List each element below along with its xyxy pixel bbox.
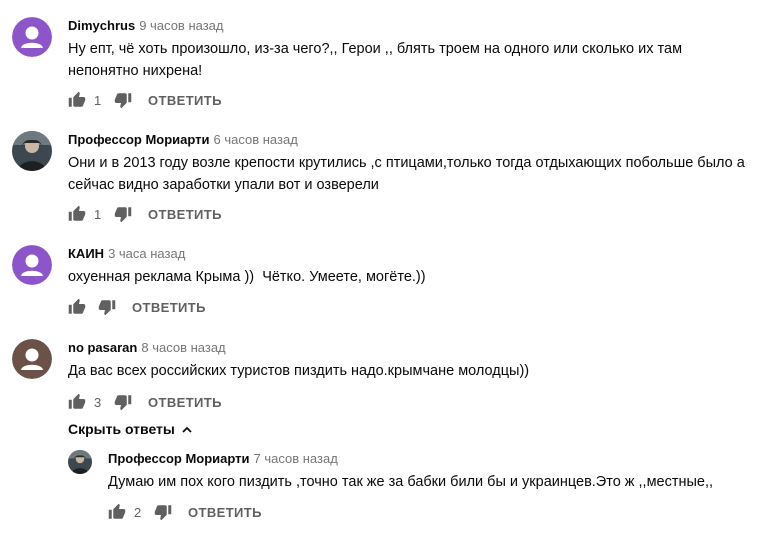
avatar[interactable] [12,339,52,379]
avatar[interactable] [68,450,92,474]
avatar[interactable] [12,131,52,171]
comment-header: КАИН 3 часа назад [68,246,185,262]
author-name[interactable]: Профессор Мориарти [68,132,210,147]
like-count: 3 [94,394,102,410]
comment-text: охуенная реклама Крыма )) Чётко. Умеете,… [68,269,426,285]
comment-header: Профессор Мориарти 7 часов назад [108,451,338,467]
hide-replies-label: Скрыть ответы [68,421,175,437]
like-count: 1 [94,206,102,222]
comment-header: Профессор Мориарти 6 часов назад [68,132,298,148]
timestamp[interactable]: 3 часа назад [108,246,185,261]
timestamp[interactable]: 7 часов назад [254,451,338,466]
avatar[interactable] [12,245,52,285]
hide-replies-button[interactable]: Скрыть ответы [68,421,193,437]
reply-button[interactable]: ОТВЕТИТЬ [148,207,222,222]
thumb-up-icon[interactable] [68,205,86,223]
comment-actions: 2 ОТВЕТИТЬ [108,502,262,522]
comment-header: no pasaran 8 часов назад [68,340,226,356]
author-name[interactable]: no pasaran [68,340,137,355]
comment-text: Ну епт, чё хоть произошло, из-за чего?,,… [68,41,683,79]
comment-actions: 1 ОТВЕТИТЬ [68,90,222,110]
comment-header: Dimychrus 9 часов назад [68,18,223,34]
reply-button[interactable]: ОТВЕТИТЬ [148,93,222,108]
thumb-up-icon[interactable] [68,298,86,316]
reply-button[interactable]: ОТВЕТИТЬ [188,505,262,520]
thumb-up-icon[interactable] [68,91,86,109]
timestamp[interactable]: 6 часов назад [214,132,298,147]
thumb-up-icon[interactable] [68,393,86,411]
author-name[interactable]: Профессор Мориарти [108,451,250,466]
timestamp[interactable]: 8 часов назад [141,340,225,355]
thumb-down-icon[interactable] [154,503,172,521]
thumb-down-icon[interactable] [98,298,116,316]
comment-text: Они и в 2013 году возле крепости крутили… [68,155,745,193]
timestamp[interactable]: 9 часов назад [139,18,223,33]
author-name[interactable]: КАИН [68,246,104,261]
reply-button[interactable]: ОТВЕТИТЬ [132,300,206,315]
comment-actions: 3 ОТВЕТИТЬ [68,392,222,412]
reply-button[interactable]: ОТВЕТИТЬ [148,395,222,410]
chevron-up-icon [181,423,193,435]
like-count: 1 [94,92,102,108]
avatar[interactable] [12,17,52,57]
comment-text: Думаю им пох кого пиздить ,точно так же … [108,474,714,490]
author-name[interactable]: Dimychrus [68,18,135,33]
comment-text: Да вас всех российских туристов пиздить … [68,363,530,379]
thumb-down-icon[interactable] [114,91,132,109]
like-count: 2 [134,504,142,520]
comment-actions: 1 ОТВЕТИТЬ [68,204,222,224]
thumb-down-icon[interactable] [114,393,132,411]
thumb-down-icon[interactable] [114,205,132,223]
thumb-up-icon[interactable] [108,503,126,521]
comment-actions: ОТВЕТИТЬ [68,297,206,317]
